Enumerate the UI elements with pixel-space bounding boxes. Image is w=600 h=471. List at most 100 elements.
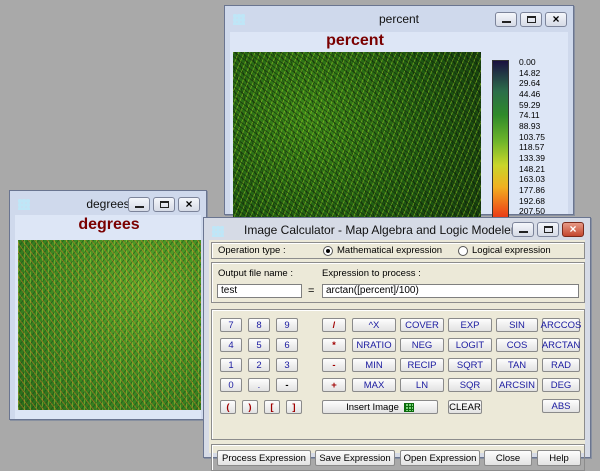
close-dialog-button[interactable]: Close: [484, 450, 532, 466]
nratio-button[interactable]: NRATIO: [352, 338, 396, 352]
legend-value: 177.86: [519, 184, 545, 195]
sqrt-button[interactable]: SQRT: [448, 358, 492, 372]
legend-value: 192.68: [519, 195, 545, 206]
app-grid-icon: [18, 199, 30, 210]
legend-value: 207.50: [519, 206, 545, 217]
deg-button[interactable]: DEG: [542, 378, 580, 392]
key-6[interactable]: 6: [276, 338, 298, 352]
open-expression-button[interactable]: Open Expression: [400, 450, 480, 466]
abs-button[interactable]: ABS: [542, 399, 580, 413]
ln-button[interactable]: LN: [400, 378, 444, 392]
logit-button[interactable]: LOGIT: [448, 338, 492, 352]
logical-expression-radio[interactable]: [458, 246, 468, 256]
minimize-icon: [135, 206, 144, 208]
degrees-map-image[interactable]: [18, 240, 201, 410]
app-grid-icon: [212, 226, 224, 237]
key-right-paren[interactable]: ): [242, 400, 258, 414]
add-button[interactable]: +: [322, 378, 346, 392]
key-9[interactable]: 9: [276, 318, 298, 332]
calculator-client: Operation type : Mathematical expression…: [209, 240, 585, 471]
maximize-icon: [544, 226, 553, 233]
key-7[interactable]: 7: [220, 318, 242, 332]
key-negative[interactable]: -: [276, 378, 298, 392]
subtract-button[interactable]: -: [322, 358, 346, 372]
sqr-button[interactable]: SQR: [448, 378, 492, 392]
close-button[interactable]: ×: [545, 12, 567, 27]
cover-button[interactable]: COVER: [400, 318, 444, 332]
key-5[interactable]: 5: [248, 338, 270, 352]
degrees-map-title: degrees: [78, 216, 140, 233]
minimize-button[interactable]: [512, 222, 534, 237]
percent-client: percent 0.00 14.82 29.64 44.46 59.29 74.11 88.…: [230, 32, 568, 230]
cos-button[interactable]: COS: [496, 338, 538, 352]
rad-button[interactable]: RAD: [542, 358, 580, 372]
close-button[interactable]: ×: [562, 222, 584, 237]
arctan-button[interactable]: ARCTAN: [542, 338, 580, 352]
output-file-name-label: Output file name :: [218, 268, 293, 279]
key-0[interactable]: 0: [220, 378, 242, 392]
save-expression-button[interactable]: Save Expression: [315, 450, 395, 466]
key-4[interactable]: 4: [220, 338, 242, 352]
maximize-button[interactable]: [520, 12, 542, 27]
divide-button[interactable]: /: [322, 318, 346, 332]
insert-image-button[interactable]: Insert Image: [322, 400, 438, 414]
image-calculator-window[interactable]: Image Calculator - Map Algebra and Logic…: [203, 217, 591, 471]
expression-input[interactable]: arctan([percent]/100): [322, 284, 579, 298]
legend-value: 74.11: [519, 110, 540, 121]
percent-window[interactable]: percent × percent 0.00 14.82 29.64 44.46 59.…: [224, 5, 574, 230]
key-8[interactable]: 8: [248, 318, 270, 332]
legend-value: 59.29: [519, 99, 541, 110]
logical-expression-label[interactable]: Logical expression: [472, 245, 551, 256]
exp-button[interactable]: EXP: [448, 318, 492, 332]
multiply-button[interactable]: *: [322, 338, 346, 352]
sin-button[interactable]: SIN: [496, 318, 538, 332]
legend-value: 148.21: [519, 163, 545, 174]
close-icon: ×: [185, 197, 193, 211]
degrees-titlebar[interactable]: degrees ×: [10, 191, 206, 217]
legend-value: 44.46: [519, 88, 541, 99]
max-button[interactable]: MAX: [352, 378, 396, 392]
legend-value: 29.64: [519, 78, 541, 89]
close-button[interactable]: ×: [178, 197, 200, 212]
percent-map-image[interactable]: [233, 52, 481, 217]
percent-map-title: percent: [326, 32, 384, 49]
output-file-name-input[interactable]: test: [217, 284, 302, 298]
key-3[interactable]: 3: [276, 358, 298, 372]
legend-value: 118.57: [519, 142, 545, 153]
key-decimal[interactable]: .: [248, 378, 270, 392]
recip-button[interactable]: RECIP: [400, 358, 444, 372]
mathematical-expression-label[interactable]: Mathematical expression: [337, 245, 442, 256]
mathematical-expression-radio[interactable]: [323, 246, 333, 256]
minimize-icon: [519, 231, 528, 233]
degrees-window[interactable]: degrees × degrees: [9, 190, 207, 420]
minimize-button[interactable]: [128, 197, 150, 212]
process-expression-button[interactable]: Process Expression: [217, 450, 311, 466]
key-1[interactable]: 1: [220, 358, 242, 372]
arcsin-button[interactable]: ARCSIN: [496, 378, 538, 392]
operation-type-label: Operation type :: [218, 245, 286, 256]
arccos-button[interactable]: ARCCOS: [541, 318, 581, 332]
image-grid-icon: [403, 402, 414, 412]
insert-image-label: Insert Image: [346, 401, 399, 413]
legend-value: 103.75: [519, 131, 545, 142]
keypad-panel: 7 8 9 4 5 6 1 2 3 0 . - ( ) [ ] / * - + …: [211, 309, 585, 440]
percent-window-title: percent: [378, 12, 420, 26]
key-right-bracket[interactable]: ]: [286, 400, 302, 414]
legend-value: 163.03: [519, 174, 545, 185]
close-icon: ×: [569, 222, 577, 236]
min-button[interactable]: MIN: [352, 358, 396, 372]
clear-button[interactable]: CLEAR: [448, 400, 482, 414]
calculator-window-title: Image Calculator - Map Algebra and Logic…: [244, 223, 515, 237]
maximize-button[interactable]: [537, 222, 559, 237]
neg-button[interactable]: NEG: [400, 338, 444, 352]
key-2[interactable]: 2: [248, 358, 270, 372]
minimize-button[interactable]: [495, 12, 517, 27]
tan-button[interactable]: TAN: [496, 358, 538, 372]
legend-value: 88.93: [519, 120, 541, 131]
percent-titlebar[interactable]: percent ×: [225, 6, 573, 32]
power-button[interactable]: ^X: [352, 318, 396, 332]
key-left-paren[interactable]: (: [220, 400, 236, 414]
maximize-button[interactable]: [153, 197, 175, 212]
key-left-bracket[interactable]: [: [264, 400, 280, 414]
help-button[interactable]: Help: [537, 450, 581, 466]
